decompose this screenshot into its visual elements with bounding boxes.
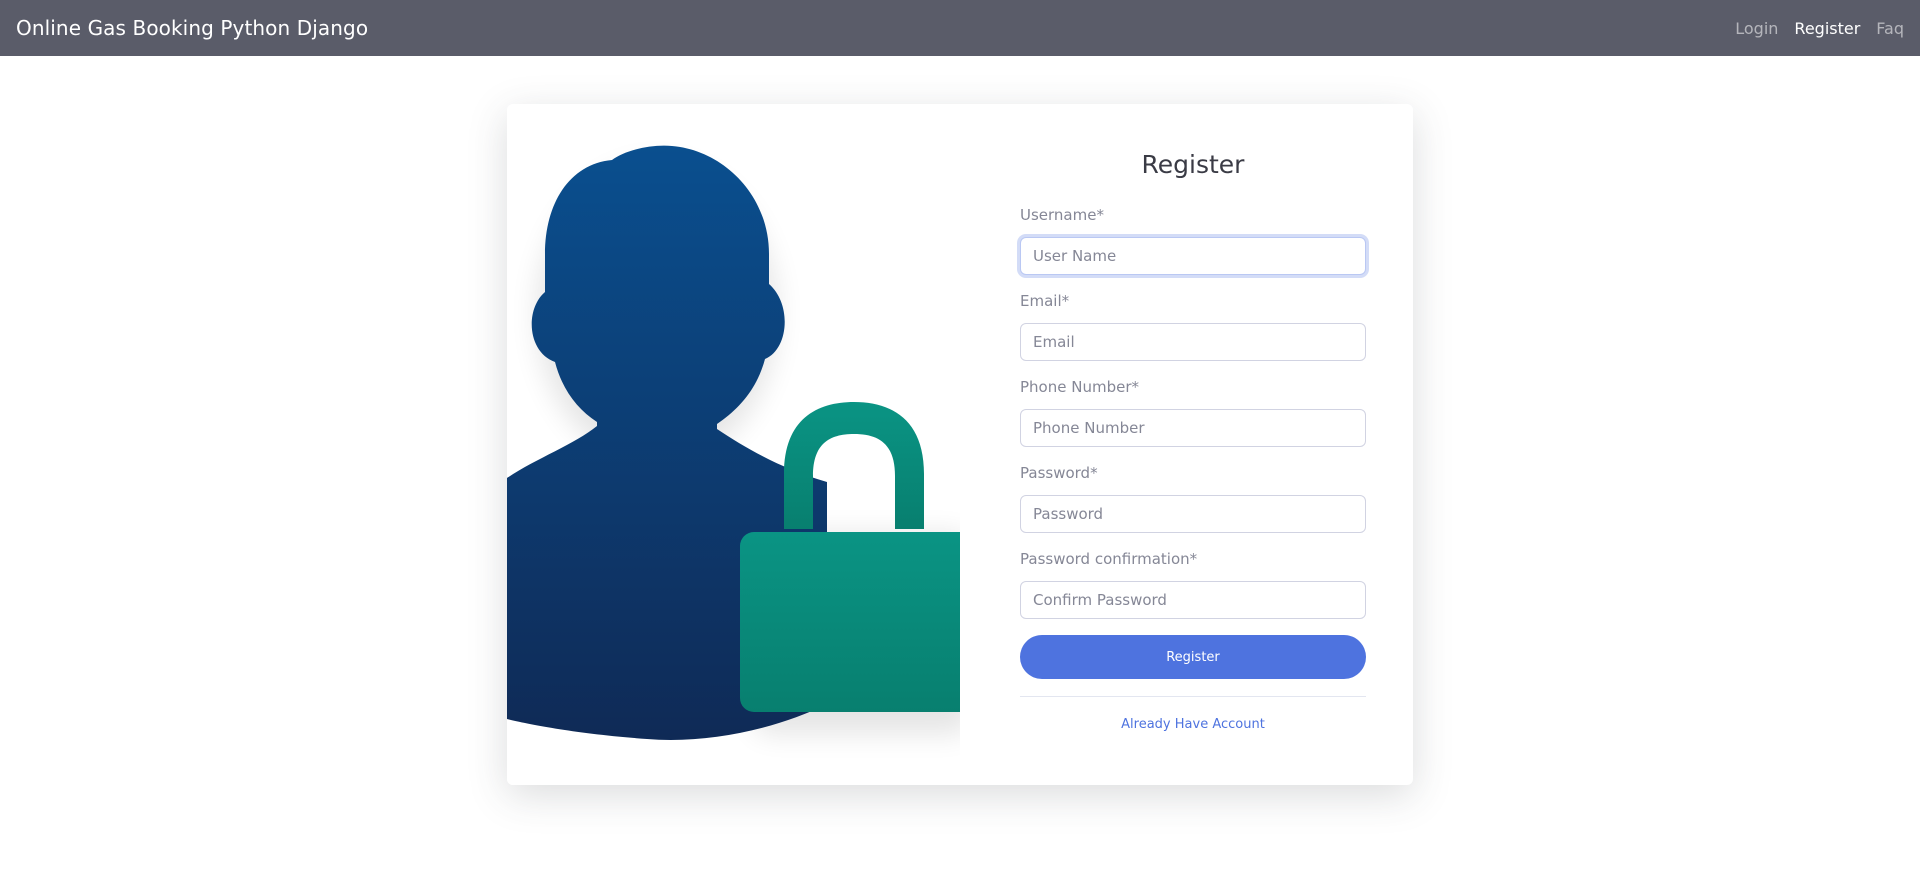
phone-number-label: Phone Number* (1020, 378, 1139, 396)
register-button[interactable]: Register (1020, 635, 1366, 679)
form-divider (1020, 696, 1366, 697)
form-title: Register (1141, 150, 1245, 179)
nav-link-faq[interactable]: Faq (1876, 19, 1904, 38)
top-navbar: Online Gas Booking Python Django Login R… (0, 0, 1920, 56)
nav-link-register[interactable]: Register (1794, 19, 1860, 38)
register-card: Register Username* Email* Phone Number* … (507, 104, 1413, 785)
user-lock-icon (507, 145, 980, 740)
username-label: Username* (1020, 206, 1104, 224)
user-lock-illustration (507, 104, 980, 785)
brand-title[interactable]: Online Gas Booking Python Django (16, 16, 368, 40)
password-confirmation-input[interactable] (1020, 581, 1366, 619)
nav-link-login[interactable]: Login (1735, 19, 1778, 38)
password-label: Password* (1020, 464, 1098, 482)
password-input[interactable] (1020, 495, 1366, 533)
phone-number-input[interactable] (1020, 409, 1366, 447)
username-input[interactable] (1020, 237, 1366, 275)
password-confirmation-label: Password confirmation* (1020, 550, 1198, 568)
nav-links: Login Register Faq (1735, 19, 1904, 38)
already-have-account-link[interactable]: Already Have Account (1020, 717, 1366, 732)
email-input[interactable] (1020, 323, 1366, 361)
email-label: Email* (1020, 292, 1070, 310)
